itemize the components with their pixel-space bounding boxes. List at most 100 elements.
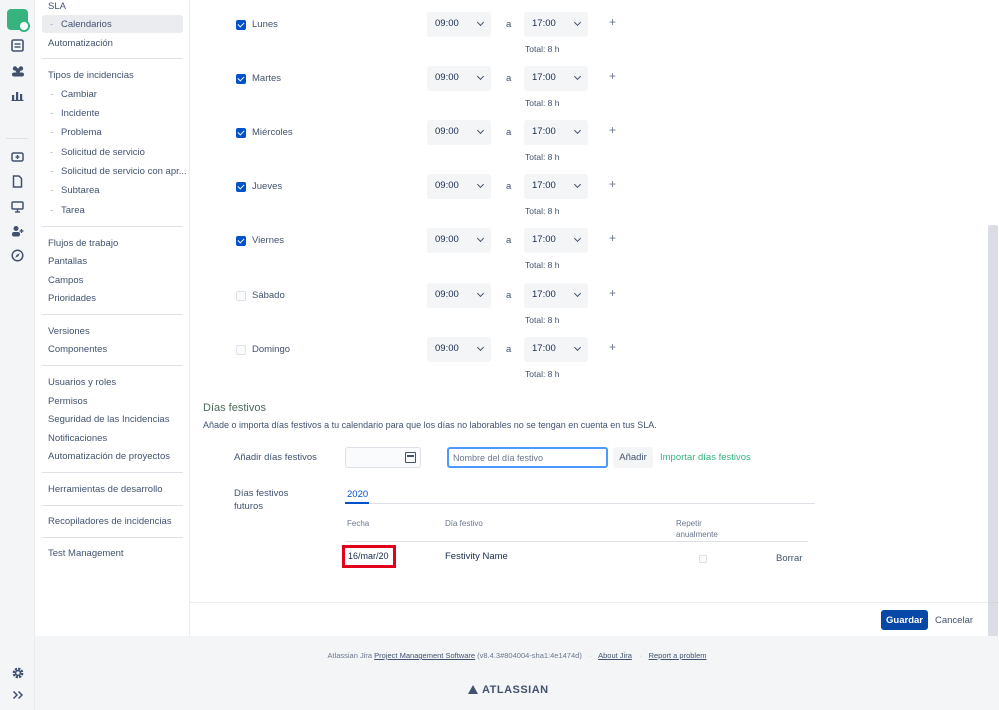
add-holiday-button[interactable]: Añadir	[613, 447, 653, 468]
nav-tipos-incidencias[interactable]: Tipos de incidencias	[48, 70, 134, 81]
end-time-select[interactable]: 17:00	[524, 66, 588, 91]
holidays-description: Añade o importa días festivos a tu calen…	[203, 420, 657, 430]
footer-pm-link[interactable]: Project Management Software	[374, 651, 475, 660]
project-logo-icon[interactable]	[7, 9, 30, 32]
page-icon[interactable]	[9, 173, 26, 190]
monitor-icon[interactable]	[9, 198, 26, 215]
chevron-down-icon	[573, 343, 582, 352]
day-name: Domingo	[252, 344, 291, 355]
add-person-icon[interactable]	[9, 222, 26, 239]
holidays-heading: Días festivos	[203, 402, 266, 414]
start-time-select[interactable]: 09:00	[427, 12, 491, 37]
nav-seguridad[interactable]: Seguridad de las Incidencias	[48, 414, 169, 425]
add-interval-plus-icon[interactable]: +	[609, 340, 616, 354]
nav-issue-type-cambiar[interactable]: - Cambiar	[50, 89, 97, 100]
chevron-down-icon	[476, 18, 485, 27]
footer-prefix: Atlassian Jira	[327, 651, 373, 660]
chevron-down-icon	[573, 126, 582, 135]
start-time-select[interactable]: 09:00	[427, 337, 491, 362]
start-time-select[interactable]: 09:00	[427, 283, 491, 308]
day-name: Jueves	[252, 181, 283, 192]
start-time-select[interactable]: 09:00	[427, 174, 491, 199]
settings-gear-icon[interactable]	[9, 664, 26, 681]
add-interval-plus-icon[interactable]: +	[609, 231, 616, 245]
add-interval-plus-icon[interactable]: +	[609, 286, 616, 300]
add-interval-plus-icon[interactable]: +	[609, 177, 616, 191]
nav-pantallas[interactable]: Pantallas	[48, 256, 87, 267]
chevron-down-icon	[476, 126, 485, 135]
atlassian-logo[interactable]: ATLASSIAN	[468, 684, 549, 696]
end-time-select[interactable]: 17:00	[524, 337, 588, 362]
add-item-icon[interactable]	[9, 148, 26, 165]
end-time-value: 17:00	[532, 72, 556, 83]
nav-sla[interactable]: SLA	[48, 1, 66, 12]
nav-test-management[interactable]: Test Management	[48, 548, 124, 559]
customers-icon[interactable]	[9, 62, 26, 79]
atlassian-triangle-icon	[468, 685, 478, 694]
nav-recopiladores[interactable]: Recopiladores de incidencias	[48, 516, 172, 527]
nav-calendarios[interactable]: - Calendarios	[50, 19, 112, 30]
footer-report-link[interactable]: Report a problem	[649, 651, 707, 660]
add-interval-plus-icon[interactable]: +	[609, 123, 616, 137]
holiday-name-placeholder: Nombre del día festivo	[453, 453, 544, 463]
nav-versiones[interactable]: Versiones	[48, 326, 90, 337]
nav-componentes[interactable]: Componentes	[48, 344, 107, 355]
delete-holiday-button[interactable]: Borrar	[776, 553, 802, 564]
day-checkbox[interactable]	[236, 291, 246, 301]
day-checkbox[interactable]	[236, 345, 246, 355]
calendar-icon[interactable]	[405, 452, 416, 463]
workday-row-martes: Martes 09:00 a 17:00 + Total: 8 h	[190, 54, 690, 108]
reports-icon[interactable]	[9, 86, 26, 103]
end-time-select[interactable]: 17:00	[524, 228, 588, 253]
compass-icon[interactable]	[9, 247, 26, 264]
add-interval-plus-icon[interactable]: +	[609, 15, 616, 29]
repeat-annually-checkbox[interactable]	[699, 555, 707, 563]
add-interval-plus-icon[interactable]: +	[609, 69, 616, 83]
nav-issue-type-tarea[interactable]: - Tarea	[50, 205, 85, 216]
end-time-select[interactable]: 17:00	[524, 283, 588, 308]
holiday-name-input[interactable]: Nombre del día festivo	[447, 447, 608, 468]
nav-issue-type-label: Subtarea	[61, 185, 100, 196]
holiday-date-picker[interactable]	[345, 447, 421, 468]
nav-notificaciones[interactable]: Notificaciones	[48, 433, 107, 444]
import-holidays-link[interactable]: Importar días festivos	[660, 452, 751, 463]
day-total: Total: 8 h	[525, 260, 560, 270]
nav-issue-type-incidente[interactable]: - Incidente	[50, 108, 100, 119]
start-time-value: 09:00	[435, 126, 459, 137]
save-button[interactable]: Guardar	[881, 610, 928, 630]
nav-herramientas[interactable]: Herramientas de desarrollo	[48, 484, 163, 495]
nav-flujos[interactable]: Flujos de trabajo	[48, 238, 118, 249]
nav-automatizacion[interactable]: Automatización	[48, 38, 113, 49]
time-separator: a	[506, 127, 512, 138]
day-checkbox[interactable]	[236, 236, 246, 246]
end-time-select[interactable]: 17:00	[524, 12, 588, 37]
cancel-link[interactable]: Cancelar	[935, 615, 973, 626]
start-time-select[interactable]: 09:00	[427, 120, 491, 145]
tab-active-indicator	[345, 502, 369, 504]
tab-year-2020[interactable]: 2020	[347, 489, 368, 500]
end-time-value: 17:00	[532, 126, 556, 137]
nav-issue-type-subtarea[interactable]: - Subtarea	[50, 185, 100, 196]
footer-about-link[interactable]: About Jira	[598, 651, 632, 660]
nav-issue-type-label: Problema	[61, 127, 102, 138]
nav-issue-type-solicitud-aprobacion[interactable]: - Solicitud de servicio con apr...	[50, 166, 187, 177]
nav-issue-type-solicitud[interactable]: - Solicitud de servicio	[50, 147, 145, 158]
end-time-select[interactable]: 17:00	[524, 174, 588, 199]
day-checkbox[interactable]	[236, 182, 246, 192]
start-time-select[interactable]: 09:00	[427, 228, 491, 253]
start-time-value: 09:00	[435, 343, 459, 354]
end-time-select[interactable]: 17:00	[524, 120, 588, 145]
nav-campos[interactable]: Campos	[48, 275, 83, 286]
day-checkbox[interactable]	[236, 128, 246, 138]
nav-prioridades[interactable]: Prioridades	[48, 293, 96, 304]
expand-sidebar-icon[interactable]	[9, 686, 26, 703]
queues-icon[interactable]	[9, 37, 26, 54]
nav-issue-type-label: Tarea	[61, 205, 85, 216]
day-checkbox[interactable]	[236, 74, 246, 84]
nav-automatizacion-proyectos[interactable]: Automatización de proyectos	[48, 451, 170, 462]
day-checkbox[interactable]	[236, 20, 246, 30]
nav-permisos[interactable]: Permisos	[48, 396, 88, 407]
start-time-select[interactable]: 09:00	[427, 66, 491, 91]
nav-issue-type-problema[interactable]: - Problema	[50, 127, 102, 138]
nav-usuarios-roles[interactable]: Usuarios y roles	[48, 377, 116, 388]
